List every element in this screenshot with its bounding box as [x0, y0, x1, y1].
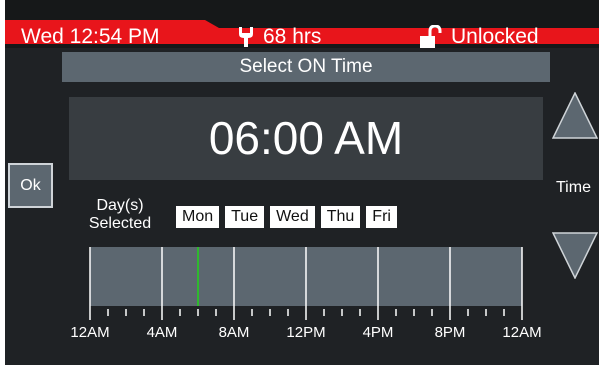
ok-button[interactable]: Ok: [8, 163, 53, 208]
triangle-up-icon: [552, 92, 598, 139]
day-thu[interactable]: Thu: [320, 206, 361, 228]
time-up-button[interactable]: [552, 92, 598, 139]
days-selected-label: Day(s) Selected: [88, 197, 152, 232]
tick-label: 12AM: [70, 324, 109, 341]
lock-status: Unlocked: [419, 25, 539, 49]
day-selector: Mon Tue Wed Thu Fri: [176, 206, 397, 228]
hours-indicator: 68 hrs: [237, 25, 321, 49]
status-bar: Wed 12:54 PM 68 hrs Unlocked: [5, 0, 599, 48]
lock-label: Unlocked: [451, 25, 539, 48]
hours-label: 68 hrs: [263, 25, 322, 48]
tick-label: 8PM: [435, 324, 466, 341]
tick-label: 4PM: [363, 324, 394, 341]
time-label: Time: [556, 179, 591, 196]
day-wed[interactable]: Wed: [270, 206, 315, 228]
page-title: Select ON Time: [62, 52, 550, 82]
wrench-icon: [239, 27, 253, 47]
day-fri[interactable]: Fri: [366, 206, 397, 228]
tick-label: 12PM: [286, 324, 325, 341]
time-scale[interactable]: 12AM 4AM 8AM 12PM 4PM 8PM 12AM: [5, 240, 599, 350]
day-tue[interactable]: Tue: [225, 206, 265, 228]
time-display: 06:00 AM: [69, 97, 543, 180]
datetime-label: Wed 12:54 PM: [21, 25, 160, 48]
tick-label: 4AM: [147, 324, 178, 341]
day-mon[interactable]: Mon: [176, 206, 220, 228]
tick-label: 12AM: [502, 324, 541, 341]
unlocked-padlock-icon: [420, 25, 442, 48]
screen: Wed 12:54 PM 68 hrs Unlocked Select ON T…: [5, 0, 599, 365]
tick-label: 8AM: [219, 324, 250, 341]
